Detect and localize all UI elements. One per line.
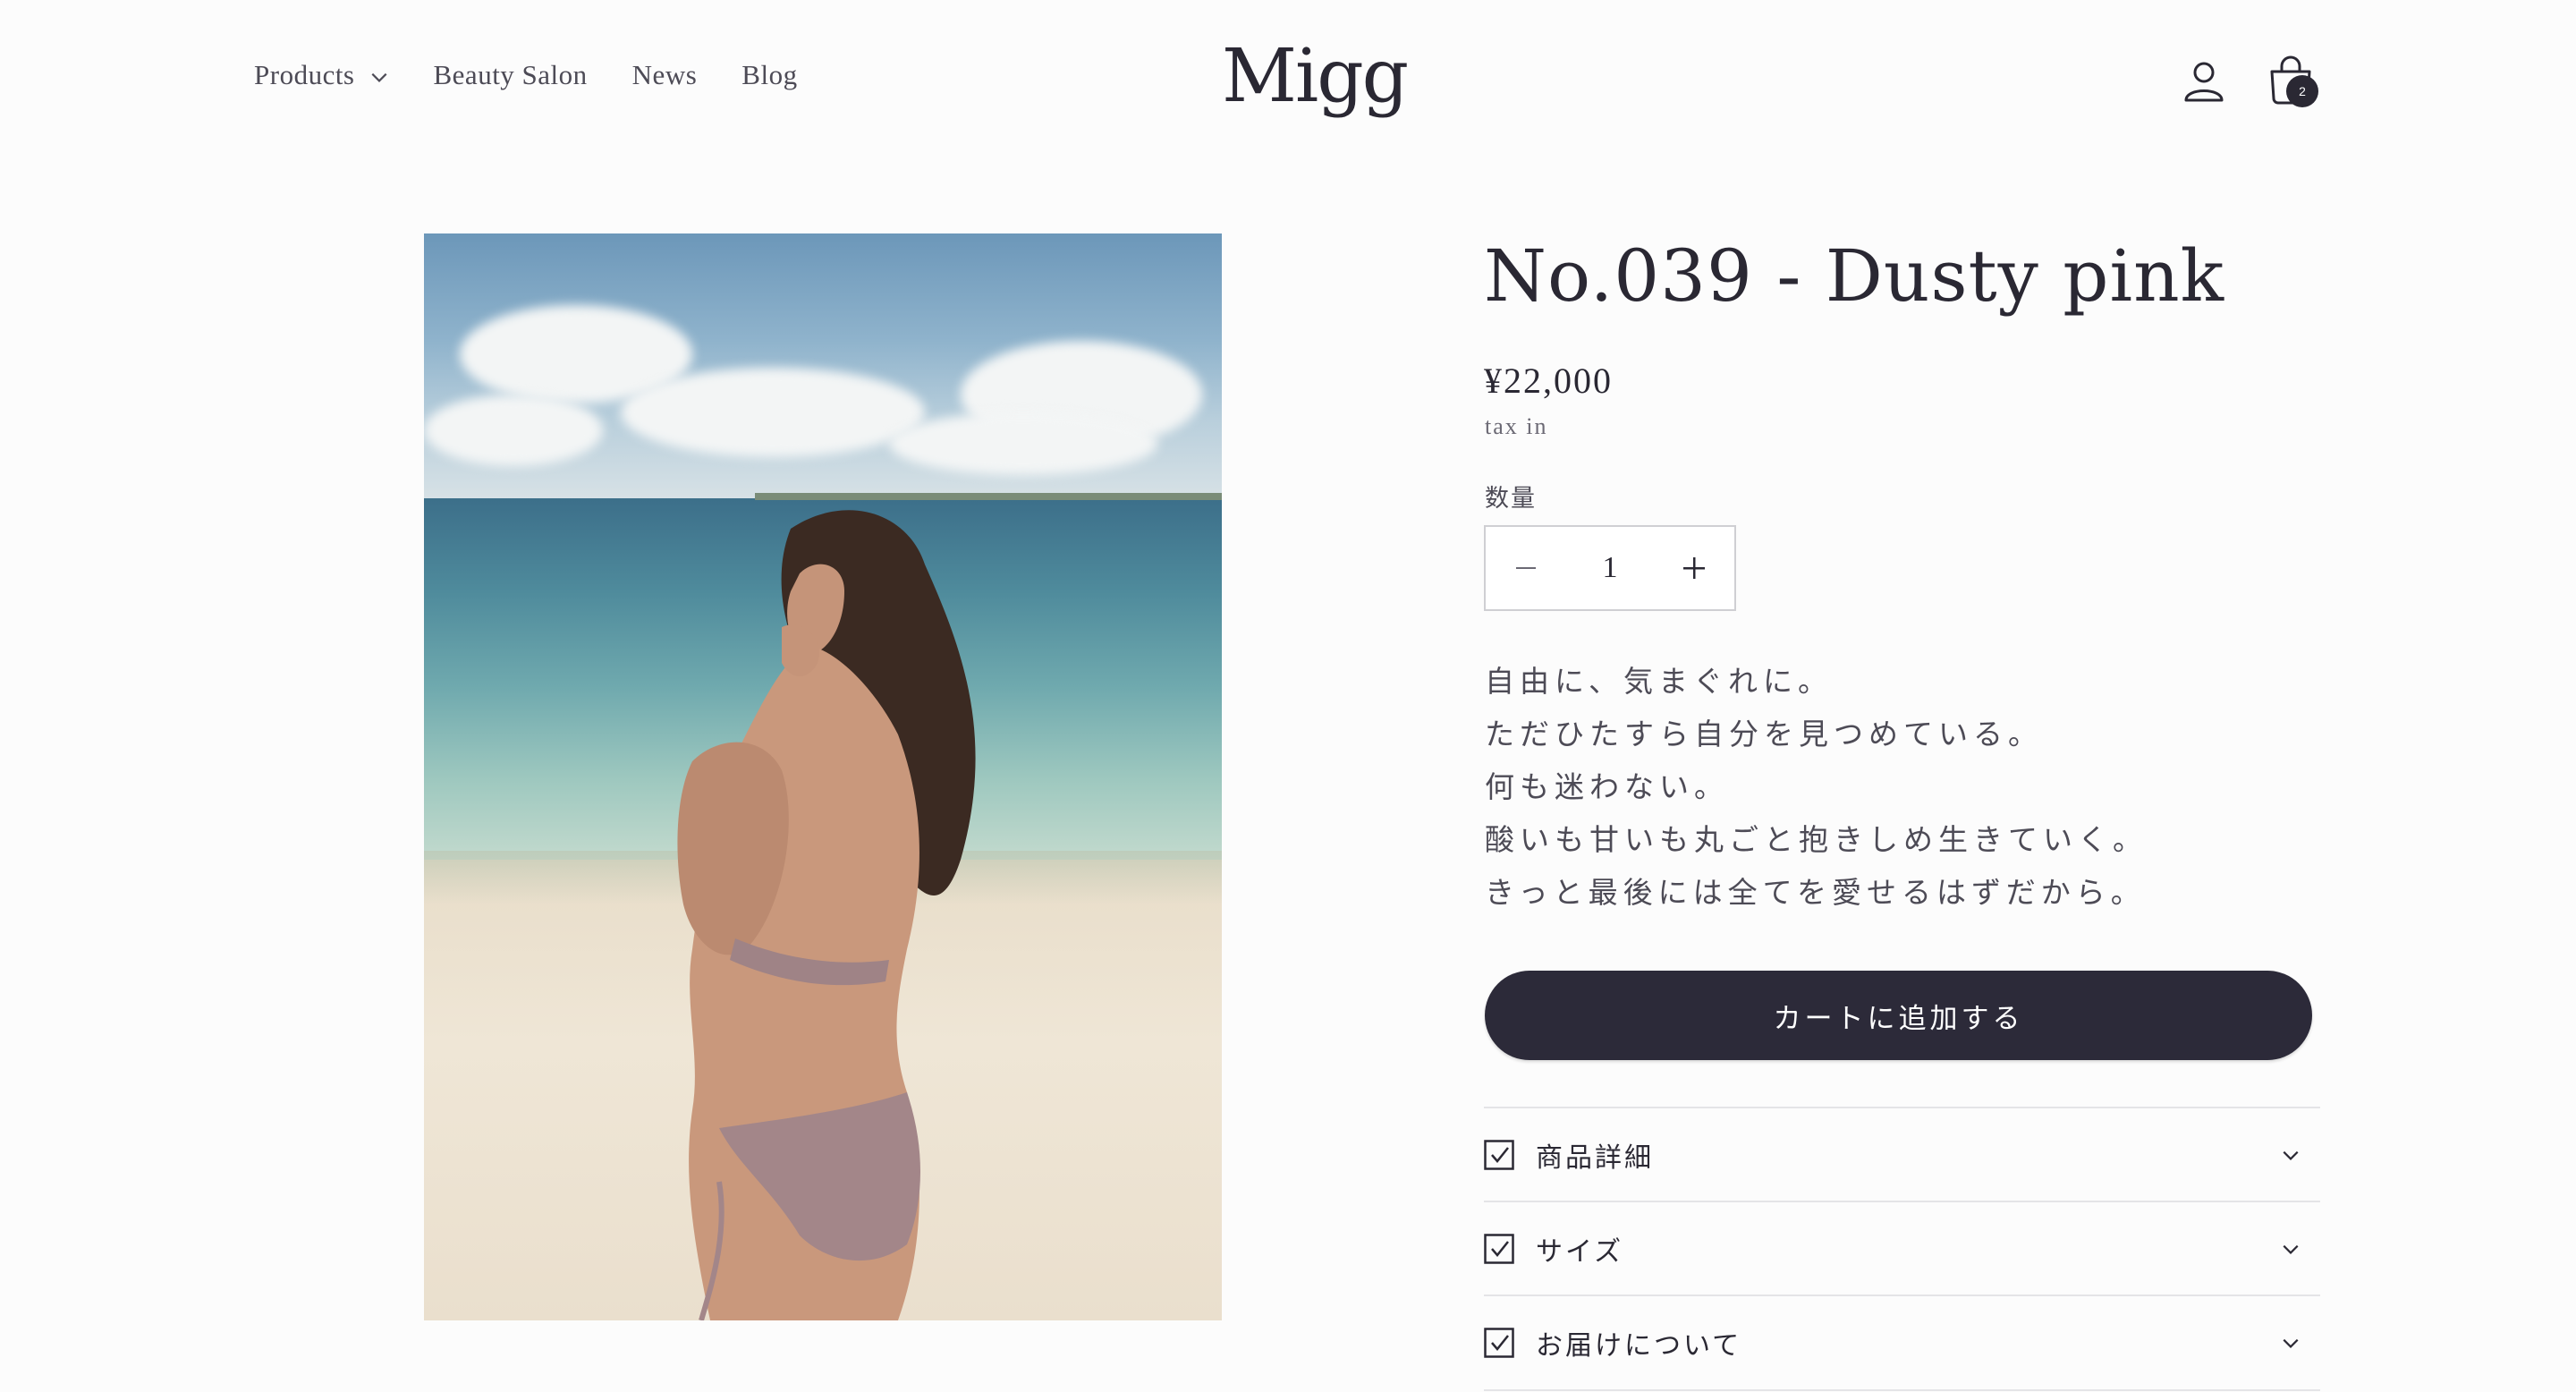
cart-count-badge: 2 bbox=[2286, 75, 2318, 107]
product-description: 自由に、気まぐれに。 ただひたすら自分を見つめている。 何も迷わない。 酸いも甘… bbox=[1485, 657, 2148, 921]
chevron-down-icon bbox=[2283, 1338, 2299, 1348]
add-to-cart-button[interactable]: カートに追加する bbox=[1485, 971, 2312, 1060]
nav-beauty-salon-label: Beauty Salon bbox=[433, 59, 588, 90]
tax-note: tax in bbox=[1485, 413, 1548, 439]
minus-icon bbox=[1516, 567, 1536, 569]
nav-news[interactable]: News bbox=[632, 59, 698, 91]
accordion-delivery[interactable]: お届けについて bbox=[1484, 1294, 2320, 1389]
quantity-stepper bbox=[1484, 525, 1736, 611]
checkbox-icon bbox=[1484, 1328, 1514, 1358]
quantity-increase-button[interactable] bbox=[1654, 527, 1734, 609]
nav-blog-label: Blog bbox=[741, 59, 798, 90]
description-line: 酸いも甘いも丸ごと抱きしめ生きていく。 bbox=[1485, 825, 2148, 857]
main-nav: Products Beauty Salon News Blog bbox=[254, 59, 843, 91]
checkbox-icon bbox=[1484, 1140, 1514, 1170]
accordion-divider bbox=[1484, 1389, 2320, 1391]
description-line: 自由に、気まぐれに。 bbox=[1485, 666, 1834, 699]
site-header: Products Beauty Salon News Blog Migg 2 bbox=[0, 0, 2576, 161]
nav-products-label: Products bbox=[254, 59, 355, 90]
account-icon[interactable] bbox=[2182, 59, 2225, 102]
product-price: ¥22,000 bbox=[1484, 361, 1613, 401]
site-logo[interactable]: Migg bbox=[1222, 34, 1409, 119]
chevron-down-icon bbox=[2283, 1150, 2299, 1160]
image-figure bbox=[677, 510, 976, 1320]
accordion-label: 商品詳細 bbox=[1536, 1143, 1654, 1173]
nav-news-label: News bbox=[631, 59, 698, 90]
accordion-product-details[interactable]: 商品詳細 bbox=[1484, 1107, 2320, 1201]
description-line: きっと最後には全てを愛せるはずだから。 bbox=[1485, 878, 2146, 910]
nav-products[interactable]: Products bbox=[254, 59, 389, 91]
nav-blog[interactable]: Blog bbox=[741, 59, 797, 91]
accordion-label: お届けについて bbox=[1536, 1331, 1742, 1361]
accordion-label: サイズ bbox=[1536, 1237, 1624, 1267]
quantity-decrease-button[interactable] bbox=[1486, 527, 1566, 609]
product-image[interactable] bbox=[424, 233, 1222, 1320]
quantity-input[interactable] bbox=[1568, 550, 1652, 586]
description-line: ただひたすら自分を見つめている。 bbox=[1485, 719, 2043, 751]
chevron-down-icon bbox=[371, 72, 386, 82]
accordion-size[interactable]: サイズ bbox=[1484, 1201, 2320, 1295]
checkbox-icon bbox=[1484, 1234, 1514, 1264]
product-title: No.039 - Dusty pink bbox=[1484, 234, 2225, 318]
quantity-label: 数量 bbox=[1485, 485, 1537, 512]
chevron-down-icon bbox=[2283, 1244, 2299, 1254]
description-line: 何も迷わない。 bbox=[1485, 772, 1729, 804]
nav-beauty-salon[interactable]: Beauty Salon bbox=[434, 59, 588, 91]
plus-icon bbox=[1683, 557, 1705, 579]
